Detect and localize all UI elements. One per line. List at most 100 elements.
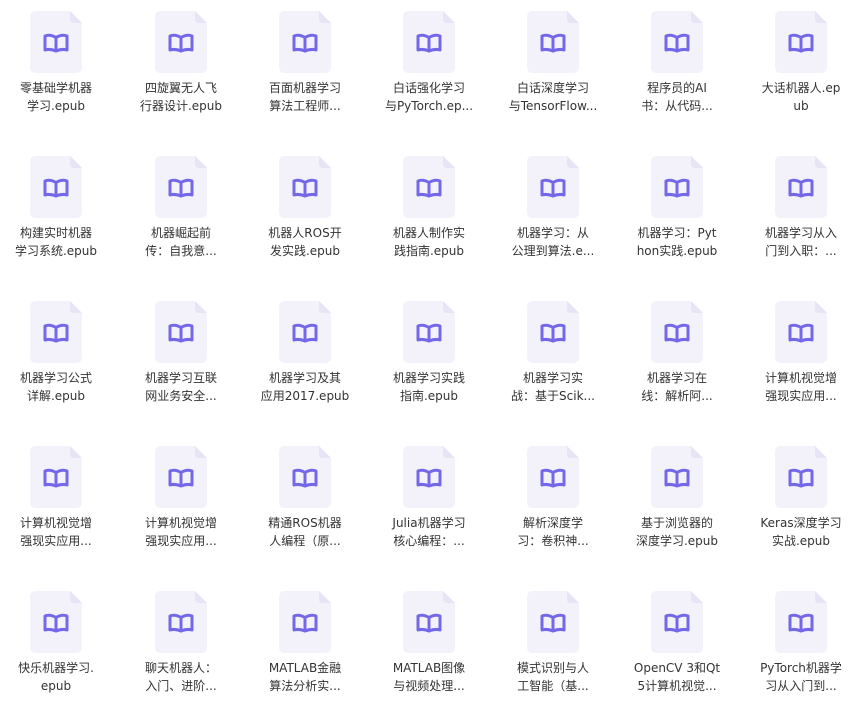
file-name-line-1: 机器学习实 [522, 371, 583, 385]
file-name-line-2: 强现实应用... [145, 534, 217, 548]
file-name-line-2: 公理到算法.e... [511, 244, 595, 258]
file-item[interactable]: 机器学习从入 门到入职：... [746, 145, 856, 275]
file-item[interactable]: 机器学习在 线：解析阿... [622, 290, 732, 420]
file-name-line-2: 入门、进阶... [145, 679, 217, 693]
file-name: 零基础学机器 学习.epub [1, 79, 111, 115]
file-name: 快乐机器学习. epub [1, 659, 111, 695]
file-name-line-2: 人编程（原... [269, 534, 341, 548]
file-name-line-2: 书：从代码... [641, 99, 713, 113]
file-name: 程序员的AI 书：从代码... [622, 79, 732, 115]
book-icon [775, 301, 827, 363]
file-name-line-1: 白话深度学习 [516, 81, 589, 95]
file-grid: 零基础学机器 学习.epub 四旋翼无人飞 行器设计.epub 百面机器学习 算… [0, 0, 864, 709]
file-item[interactable]: 机器崛起前 传：自我意... [126, 145, 236, 275]
file-name: 计算机视觉增 强现实应用... [746, 369, 856, 405]
book-icon [279, 591, 331, 653]
file-name-line-2: 强现实应用... [20, 534, 92, 548]
file-name-line-2: epub [40, 679, 72, 693]
file-name: 机器崛起前 传：自我意... [126, 224, 236, 260]
file-item[interactable]: 大话机器人.ep ub [746, 0, 856, 130]
file-name-line-2: 算法工程师... [269, 99, 341, 113]
file-name: Keras深度学习 实战.epub [746, 514, 856, 550]
book-icon [279, 446, 331, 508]
file-name-line-2: 传：自我意... [145, 244, 217, 258]
file-item[interactable]: 机器学习互联 网业务安全... [126, 290, 236, 420]
file-name-line-1: 解析深度学 [522, 516, 583, 530]
file-item[interactable]: 聊天机器人： 入门、进阶... [126, 580, 236, 710]
file-name-line-2: 指南.epub [399, 389, 459, 403]
file-item[interactable]: 机器人制作实 践指南.epub [374, 145, 484, 275]
file-item[interactable]: MATLAB图像 与视频处理... [374, 580, 484, 710]
file-name-line-1: 构建实时机器 [19, 226, 92, 240]
file-name: 机器学习在 线：解析阿... [622, 369, 732, 405]
file-item[interactable]: 模式识别与人 工智能（基... [498, 580, 608, 710]
file-name-line-1: MATLAB图像 [392, 661, 466, 675]
book-icon [30, 156, 82, 218]
book-icon [775, 591, 827, 653]
file-name: 机器学习公式 详解.epub [1, 369, 111, 405]
file-item[interactable]: Keras深度学习 实战.epub [746, 435, 856, 565]
file-name-line-1: 机器学习及其 [268, 371, 341, 385]
file-name-line-1: 机器学习实践 [392, 371, 465, 385]
file-item[interactable]: 构建实时机器 学习系统.epub [1, 145, 111, 275]
file-name-line-1: 白话强化学习 [392, 81, 465, 95]
file-name-line-1: OpenCV 3和Qt [633, 661, 721, 675]
file-name-line-1: 大话机器人.ep [761, 81, 841, 95]
file-item[interactable]: 计算机视觉增 强现实应用... [1, 435, 111, 565]
file-name-line-1: 机器学习：从 [516, 226, 589, 240]
file-item[interactable]: 快乐机器学习. epub [1, 580, 111, 710]
file-item[interactable]: 机器学习实 战：基于Scik... [498, 290, 608, 420]
file-item[interactable]: 白话深度学习 与TensorFlow... [498, 0, 608, 130]
file-name: MATLAB图像 与视频处理... [374, 659, 484, 695]
book-icon [30, 301, 82, 363]
book-icon [775, 446, 827, 508]
file-name-line-1: 快乐机器学习. [18, 661, 94, 675]
file-item[interactable]: 基于浏览器的 深度学习.epub [622, 435, 732, 565]
book-icon [527, 156, 579, 218]
file-name-line-1: 聊天机器人： [144, 661, 217, 675]
book-icon [403, 591, 455, 653]
file-name-line-2: 发实践.epub [269, 244, 341, 258]
book-icon [30, 591, 82, 653]
file-item[interactable]: 精通ROS机器 人编程（原... [250, 435, 360, 565]
file-item[interactable]: 程序员的AI 书：从代码... [622, 0, 732, 130]
file-item[interactable]: 计算机视觉增 强现实应用... [746, 290, 856, 420]
file-item[interactable]: 机器学习：从 公理到算法.e... [498, 145, 608, 275]
file-name-line-1: 四旋翼无人飞 [144, 81, 217, 95]
file-name-line-2: 学习.epub [26, 99, 86, 113]
file-name-line-1: 计算机视觉增 [19, 516, 92, 530]
file-item[interactable]: 机器学习实践 指南.epub [374, 290, 484, 420]
file-item[interactable]: 机器学习：Pyt hon实践.epub [622, 145, 732, 275]
file-item[interactable]: 百面机器学习 算法工程师... [250, 0, 360, 130]
book-icon [403, 11, 455, 73]
file-name-line-2: 应用2017.epub [260, 389, 350, 403]
file-name: 百面机器学习 算法工程师... [250, 79, 360, 115]
book-icon [279, 301, 331, 363]
file-item[interactable]: MATLAB金融 算法分析实... [250, 580, 360, 710]
book-icon [527, 301, 579, 363]
book-icon [775, 11, 827, 73]
file-item[interactable]: 计算机视觉增 强现实应用... [126, 435, 236, 565]
file-name-line-2: 深度学习.epub [635, 534, 719, 548]
file-item[interactable]: 四旋翼无人飞 行器设计.epub [126, 0, 236, 130]
file-name-line-2: 工智能（基... [517, 679, 589, 693]
file-name-line-2: 战：基于Scik... [511, 389, 595, 403]
file-name-line-1: 机器人制作实 [392, 226, 465, 240]
file-item[interactable]: 零基础学机器 学习.epub [1, 0, 111, 130]
file-name-line-2: 5计算机视觉... [637, 679, 717, 693]
file-name: MATLAB金融 算法分析实... [250, 659, 360, 695]
file-item[interactable]: Julia机器学习 核心编程：... [374, 435, 484, 565]
file-item[interactable]: 机器人ROS开 发实践.epub [250, 145, 360, 275]
book-icon [155, 156, 207, 218]
file-item[interactable]: 机器学习及其 应用2017.epub [250, 290, 360, 420]
book-icon [651, 446, 703, 508]
file-item[interactable]: 解析深度学 习：卷积神... [498, 435, 608, 565]
file-item[interactable]: PyTorch机器学 习从入门到... [746, 580, 856, 710]
file-item[interactable]: OpenCV 3和Qt 5计算机视觉... [622, 580, 732, 710]
file-item[interactable]: 白话强化学习 与PyTorch.ep... [374, 0, 484, 130]
file-name-line-2: 与视频处理... [393, 679, 465, 693]
file-item[interactable]: 机器学习公式 详解.epub [1, 290, 111, 420]
file-name-line-1: 机器学习互联 [144, 371, 217, 385]
file-name: PyTorch机器学 习从入门到... [746, 659, 856, 695]
file-name-line-1: 机器学习在 [646, 371, 707, 385]
